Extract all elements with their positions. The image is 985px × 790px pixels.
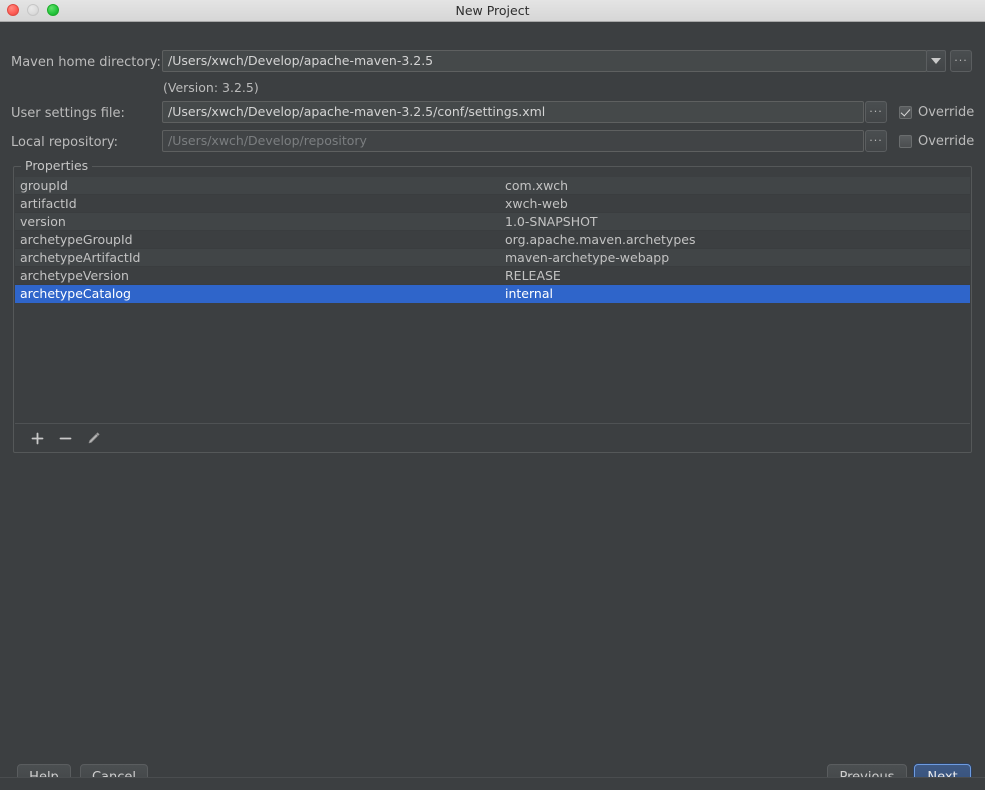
maven-home-browse-button[interactable]: ... [950, 50, 972, 72]
property-key-cell[interactable]: archetypeVersion [15, 266, 500, 285]
property-key-cell[interactable]: archetypeGroupId [15, 230, 500, 249]
property-value-cell[interactable]: 1.0-SNAPSHOT [500, 212, 970, 231]
pencil-icon[interactable] [85, 430, 101, 446]
user-settings-override-group[interactable]: Override [899, 101, 974, 123]
user-settings-label: User settings file: [11, 105, 125, 121]
property-key-cell[interactable]: groupId [15, 177, 500, 195]
properties-panel-title: Properties [21, 158, 93, 173]
ellipsis-icon: ... [869, 131, 883, 144]
ellipsis-icon: ... [954, 51, 968, 64]
properties-table-body: groupId com.xwch artifactId xwch-web version… [15, 177, 970, 303]
minus-icon[interactable] [57, 430, 73, 446]
local-repository-label: Local repository: [11, 134, 118, 150]
properties-table: groupId com.xwch artifactId xwch-web version… [15, 177, 970, 303]
local-repository-override-label: Override [918, 133, 975, 149]
table-row[interactable]: version 1.0-SNAPSHOT [15, 212, 970, 231]
table-row[interactable]: artifactId xwch-web [15, 194, 970, 213]
properties-panel: Properties groupId com.xwch artifactId xwch… [13, 158, 972, 453]
user-settings-input[interactable]: /Users/xwch/Develop/apache-maven-3.2.5/c… [162, 101, 864, 123]
property-value-cell[interactable]: maven-archetype-webapp [500, 248, 970, 267]
property-key-cell[interactable]: artifactId [15, 194, 500, 213]
table-row[interactable]: archetypeGroupId org.apache.maven.archety… [15, 230, 970, 249]
local-repository-override-checkbox[interactable] [899, 134, 912, 148]
maven-home-label: Maven home directory: [11, 54, 161, 70]
property-key-cell[interactable]: archetypeCatalog [15, 284, 500, 303]
user-settings-override-checkbox[interactable] [899, 105, 912, 119]
table-row[interactable]: archetypeArtifactId maven-archetype-webap… [15, 248, 970, 267]
property-value-cell[interactable]: com.xwch [500, 177, 970, 195]
local-repository-input[interactable]: /Users/xwch/Develop/repository [162, 130, 864, 152]
local-repository-override-group[interactable]: Override [899, 130, 974, 152]
local-repository-browse-button[interactable]: ... [865, 130, 887, 152]
maven-home-row: Maven home directory: [11, 51, 161, 73]
ellipsis-icon: ... [869, 102, 883, 115]
user-settings-browse-button[interactable]: ... [865, 101, 887, 123]
window-titlebar: New Project [0, 0, 985, 22]
property-key-cell[interactable]: archetypeArtifactId [15, 248, 500, 267]
property-value-cell[interactable]: RELEASE [500, 266, 970, 285]
user-settings-override-label: Override [918, 104, 975, 120]
properties-toolbar [15, 425, 970, 451]
table-row[interactable]: archetypeCatalog internal [15, 284, 970, 303]
local-repository-row: Local repository: [11, 131, 118, 153]
property-key-cell[interactable]: version [15, 212, 500, 231]
table-row[interactable]: archetypeVersion RELEASE [15, 266, 970, 285]
property-value-cell[interactable]: internal [500, 284, 970, 303]
user-settings-row: User settings file: [11, 102, 125, 124]
property-value-cell[interactable]: org.apache.maven.archetypes [500, 230, 970, 249]
properties-table-wrapper[interactable]: groupId com.xwch artifactId xwch-web version… [15, 177, 970, 424]
window-title: New Project [455, 3, 530, 18]
maven-home-input[interactable]: /Users/xwch/Develop/apache-maven-3.2.5 [162, 50, 927, 72]
plus-icon[interactable] [29, 430, 45, 446]
dialog-bottom-strip [0, 777, 985, 790]
table-row[interactable]: groupId com.xwch [15, 177, 970, 195]
maven-home-dropdown-button[interactable] [926, 50, 946, 72]
property-value-cell[interactable]: xwch-web [500, 194, 970, 213]
new-project-dialog: Maven home directory: /Users/xwch/Develo… [0, 22, 985, 790]
chevron-down-icon [931, 58, 941, 64]
maven-version-note: (Version: 3.2.5) [163, 80, 259, 95]
